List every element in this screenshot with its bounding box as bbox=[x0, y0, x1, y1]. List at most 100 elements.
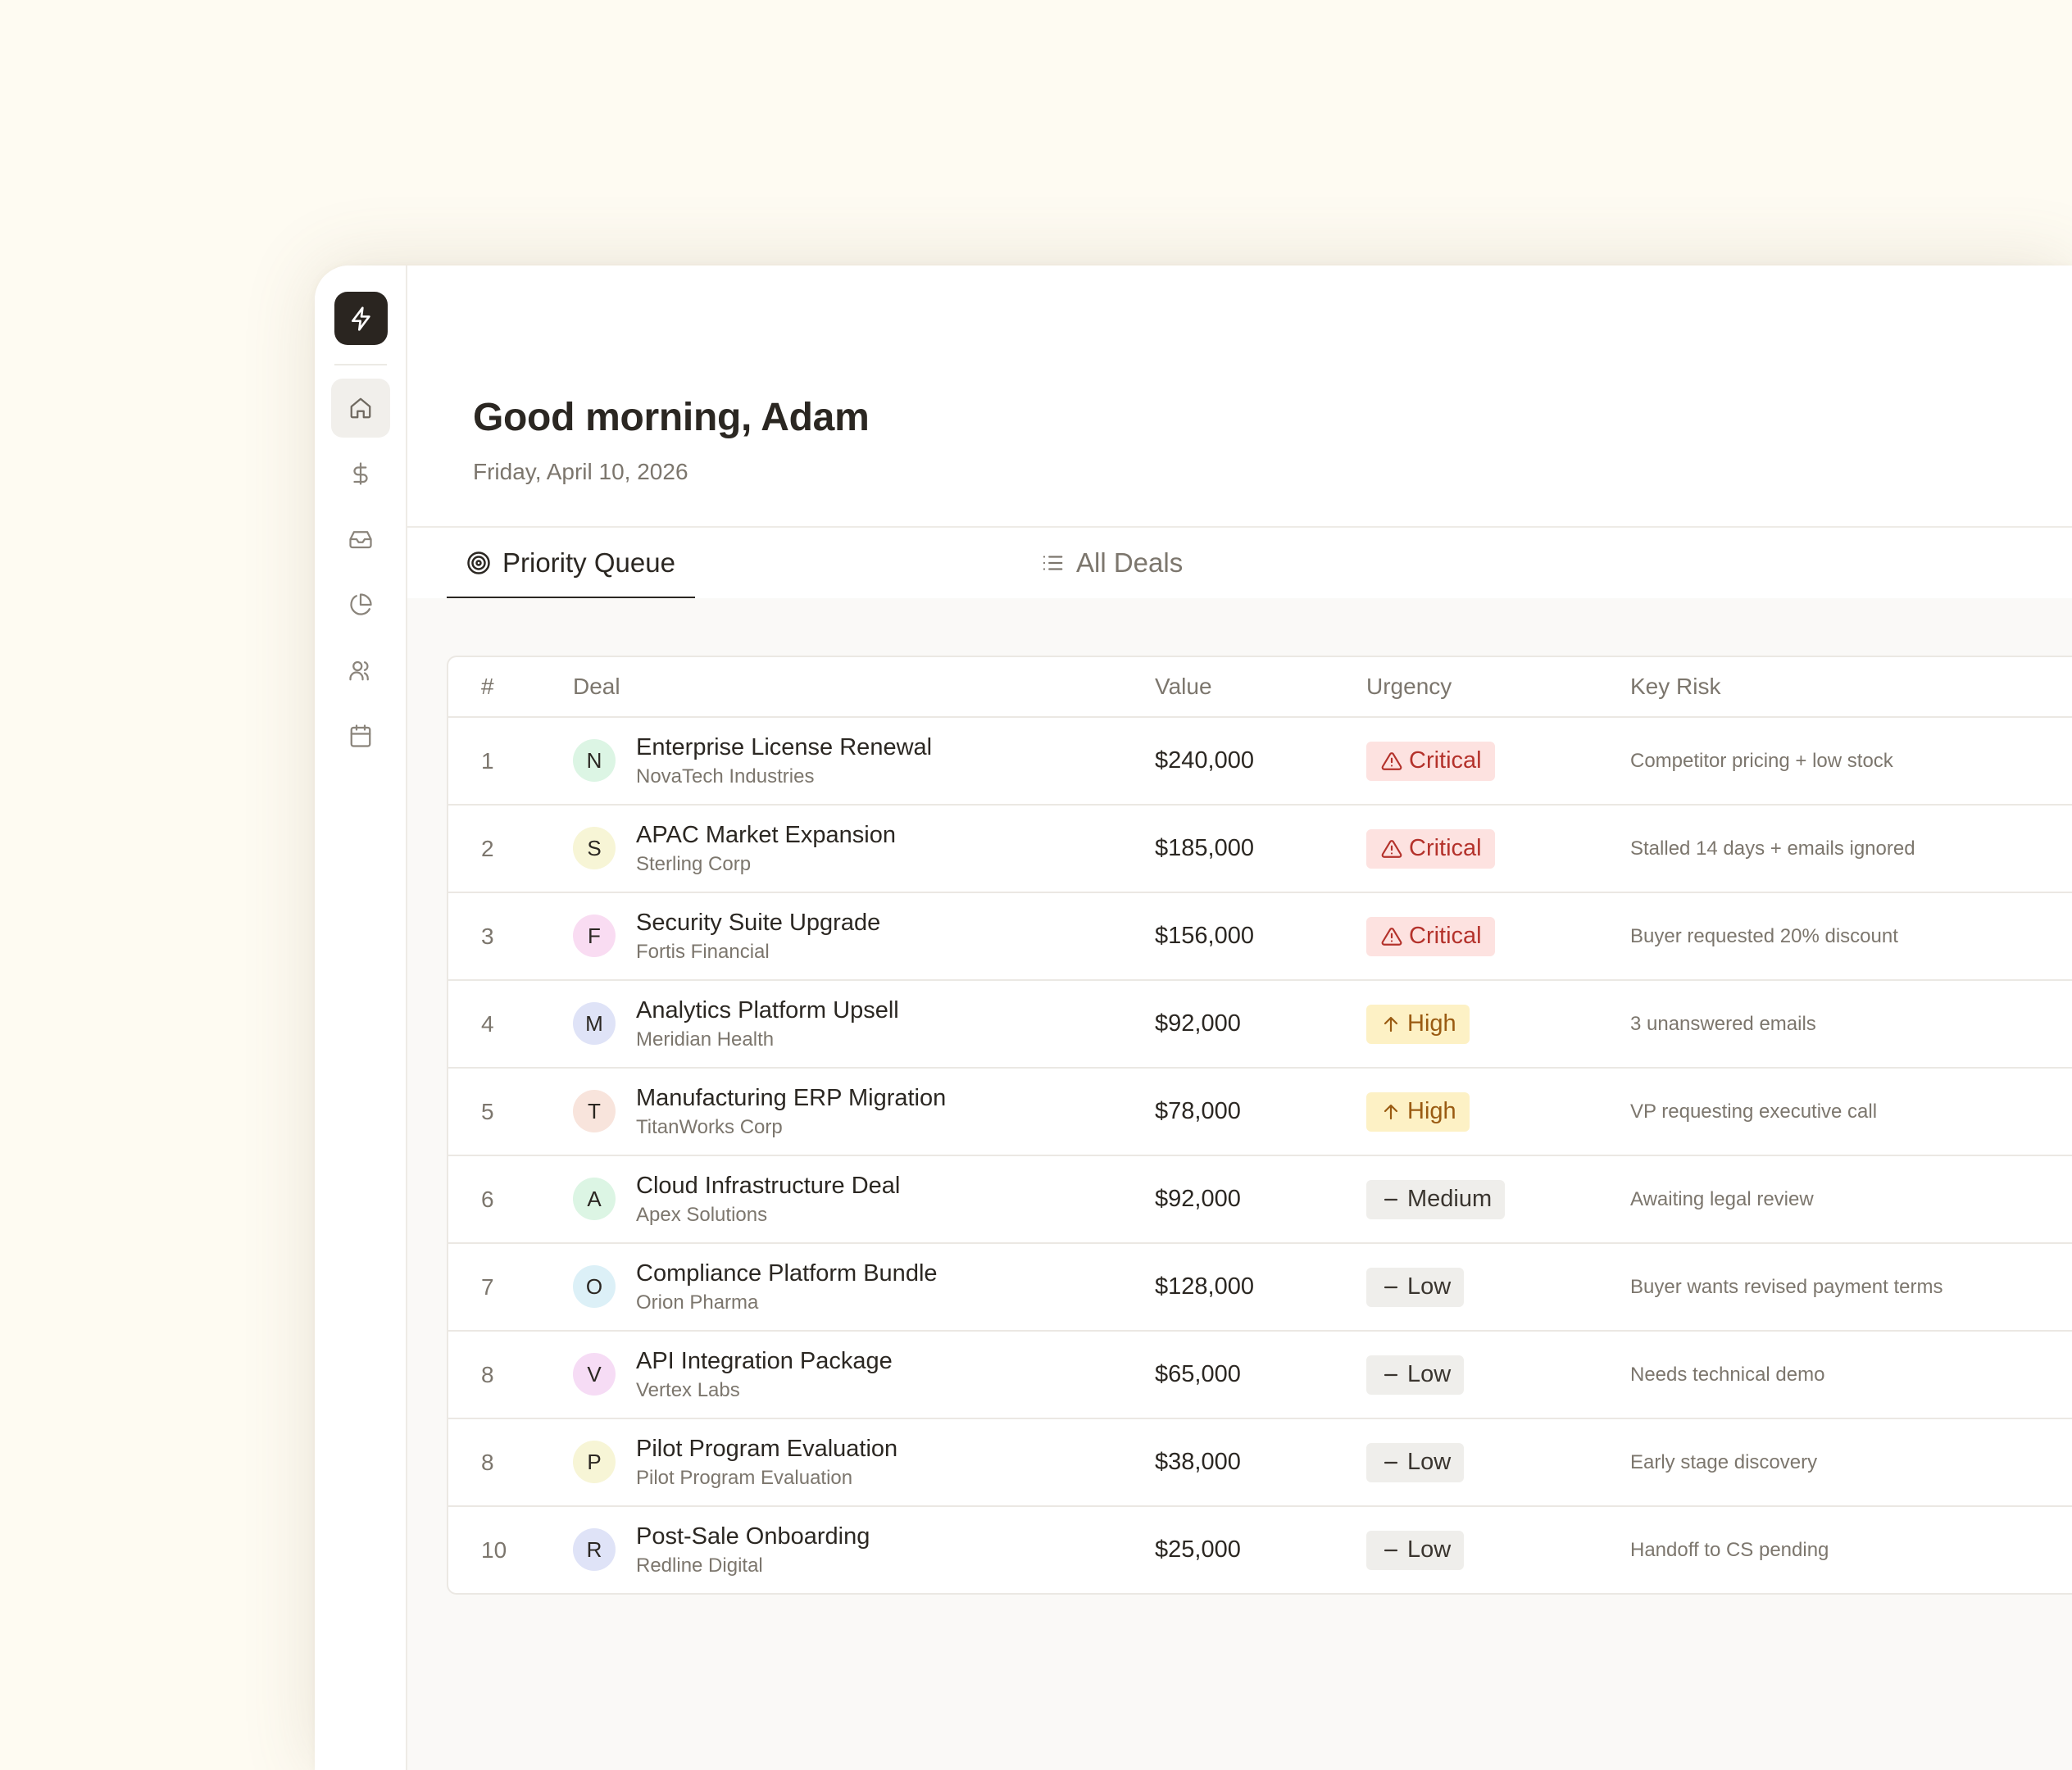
table-row[interactable]: 6 A Cloud Infrastructure Deal Apex Solut… bbox=[448, 1156, 2072, 1244]
table-row[interactable]: 2 S APAC Market Expansion Sterling Corp … bbox=[448, 806, 2072, 893]
column-header-key-risk[interactable]: Key Risk bbox=[1630, 657, 1720, 716]
avatar: M bbox=[573, 1002, 616, 1045]
urgency-badge: Low bbox=[1366, 1442, 1465, 1482]
column-header-deal[interactable]: Deal bbox=[573, 657, 620, 716]
key-risk: VP requesting executive call bbox=[1630, 1100, 1878, 1123]
deal-value: $92,000 bbox=[1155, 1010, 1241, 1037]
key-risk: Awaiting legal review bbox=[1630, 1187, 1814, 1210]
deal-name[interactable]: Cloud Infrastructure Deal bbox=[636, 1170, 900, 1201]
deal-name[interactable]: Post-Sale Onboarding bbox=[636, 1521, 870, 1552]
urgency-cell: Low bbox=[1366, 1507, 1465, 1593]
main-area: Good morning, Adam Friday, April 10, 202… bbox=[407, 266, 2072, 1770]
alert-triangle-icon bbox=[1381, 926, 1402, 947]
deal-name[interactable]: API Integration Package bbox=[636, 1346, 893, 1377]
app-logo[interactable] bbox=[334, 292, 388, 345]
inbox-icon bbox=[349, 531, 372, 549]
urgency-label: Medium bbox=[1407, 1186, 1493, 1212]
company-name: TitanWorks Corp bbox=[636, 1115, 783, 1138]
deal-value: $128,000 bbox=[1155, 1273, 1254, 1300]
sidebar-item-inbox[interactable] bbox=[331, 510, 390, 569]
tab-label: Priority Queue bbox=[502, 547, 675, 578]
deal-value: $240,000 bbox=[1155, 747, 1254, 774]
deals-table: # Deal Value Urgency Key Risk 1 N Enterp… bbox=[447, 656, 2072, 1595]
urgency-badge: High bbox=[1366, 1004, 1470, 1044]
row-number: 5 bbox=[481, 1098, 494, 1124]
arrow-up-icon bbox=[1381, 1102, 1401, 1122]
company-name: Fortis Financial bbox=[636, 940, 770, 963]
table-row[interactable]: 5 T Manufacturing ERP Migration TitanWor… bbox=[448, 1069, 2072, 1156]
deal-name[interactable]: Manufacturing ERP Migration bbox=[636, 1082, 946, 1114]
column-header-number[interactable]: # bbox=[481, 657, 494, 716]
deal-value: $185,000 bbox=[1155, 835, 1254, 861]
key-risk: Stalled 14 days + emails ignored bbox=[1630, 837, 1915, 860]
deal-name[interactable]: Compliance Platform Bundle bbox=[636, 1258, 938, 1289]
urgency-badge: Critical bbox=[1366, 916, 1495, 956]
avatar: R bbox=[573, 1528, 616, 1571]
deal-cell: Cloud Infrastructure Deal Apex Solutions bbox=[636, 1156, 900, 1242]
sidebar-item-contacts[interactable] bbox=[331, 641, 390, 700]
sidebar-item-calendar[interactable] bbox=[331, 706, 390, 765]
pie-chart-icon bbox=[350, 593, 372, 615]
table-row[interactable]: 1 N Enterprise License Renewal NovaTech … bbox=[448, 718, 2072, 806]
sidebar-divider bbox=[334, 364, 387, 365]
minus-icon bbox=[1381, 1541, 1401, 1560]
sidebar bbox=[315, 266, 407, 1770]
company-name: NovaTech Industries bbox=[636, 765, 815, 787]
column-header-urgency[interactable]: Urgency bbox=[1366, 657, 1452, 716]
home-icon bbox=[350, 397, 371, 419]
target-icon bbox=[467, 551, 490, 574]
deal-name[interactable]: Enterprise License Renewal bbox=[636, 732, 932, 763]
company-name: Vertex Labs bbox=[636, 1378, 740, 1401]
tab-bar: Priority Queue All Deals bbox=[407, 526, 2072, 600]
urgency-cell: Critical bbox=[1366, 806, 1495, 892]
row-number: 4 bbox=[481, 1010, 494, 1037]
table-row[interactable]: 8 P Pilot Program Evaluation Pilot Progr… bbox=[448, 1419, 2072, 1507]
avatar: A bbox=[573, 1178, 616, 1220]
key-risk: Competitor pricing + low stock bbox=[1630, 749, 1893, 772]
deal-name[interactable]: APAC Market Expansion bbox=[636, 819, 896, 851]
deal-name[interactable]: Security Suite Upgrade bbox=[636, 907, 880, 938]
sidebar-item-home[interactable] bbox=[331, 379, 390, 438]
key-risk: Early stage discovery bbox=[1630, 1450, 1818, 1473]
row-number: 10 bbox=[481, 1536, 507, 1563]
tab-all-deals[interactable]: All Deals bbox=[1040, 528, 1183, 598]
row-number: 6 bbox=[481, 1186, 494, 1212]
urgency-label: High bbox=[1407, 1010, 1456, 1037]
urgency-badge: Low bbox=[1366, 1530, 1465, 1570]
column-header-value[interactable]: Value bbox=[1155, 657, 1212, 716]
calendar-icon bbox=[350, 724, 371, 747]
table-row[interactable]: 3 F Security Suite Upgrade Fortis Financ… bbox=[448, 893, 2072, 981]
table-row[interactable]: 10 R Post-Sale Onboarding Redline Digita… bbox=[448, 1507, 2072, 1593]
alert-triangle-icon bbox=[1381, 751, 1402, 772]
company-name: Redline Digital bbox=[636, 1554, 763, 1577]
deal-value: $25,000 bbox=[1155, 1536, 1241, 1563]
app-window: Good morning, Adam Friday, April 10, 202… bbox=[315, 266, 2072, 1770]
urgency-cell: Low bbox=[1366, 1419, 1465, 1505]
arrow-up-icon bbox=[1381, 1014, 1401, 1034]
users-icon bbox=[349, 660, 369, 681]
page-date: Friday, April 10, 2026 bbox=[473, 459, 688, 484]
avatar: N bbox=[573, 739, 616, 782]
table-body: 1 N Enterprise License Renewal NovaTech … bbox=[448, 718, 2072, 1593]
sidebar-item-deals[interactable] bbox=[331, 444, 390, 503]
deal-name[interactable]: Pilot Program Evaluation bbox=[636, 1433, 897, 1464]
urgency-label: Low bbox=[1407, 1536, 1452, 1563]
row-number: 3 bbox=[481, 923, 494, 949]
urgency-label: Low bbox=[1407, 1449, 1452, 1475]
urgency-badge: High bbox=[1366, 1092, 1470, 1132]
sidebar-item-reports[interactable] bbox=[331, 575, 390, 634]
urgency-badge: Critical bbox=[1366, 828, 1495, 869]
table-row[interactable]: 8 V API Integration Package Vertex Labs … bbox=[448, 1332, 2072, 1419]
table-row[interactable]: 4 M Analytics Platform Upsell Meridian H… bbox=[448, 981, 2072, 1069]
urgency-label: Critical bbox=[1409, 923, 1482, 949]
list-icon bbox=[1043, 556, 1063, 570]
company-name: Apex Solutions bbox=[636, 1203, 768, 1226]
deal-name[interactable]: Analytics Platform Upsell bbox=[636, 995, 899, 1026]
urgency-label: Low bbox=[1407, 1273, 1452, 1300]
urgency-cell: Critical bbox=[1366, 893, 1495, 979]
table-row[interactable]: 7 O Compliance Platform Bundle Orion Pha… bbox=[448, 1244, 2072, 1332]
deal-cell: Security Suite Upgrade Fortis Financial bbox=[636, 893, 880, 979]
urgency-badge: Medium bbox=[1366, 1179, 1506, 1219]
tab-priority-queue[interactable]: Priority Queue bbox=[447, 528, 695, 600]
minus-icon bbox=[1381, 1278, 1401, 1297]
